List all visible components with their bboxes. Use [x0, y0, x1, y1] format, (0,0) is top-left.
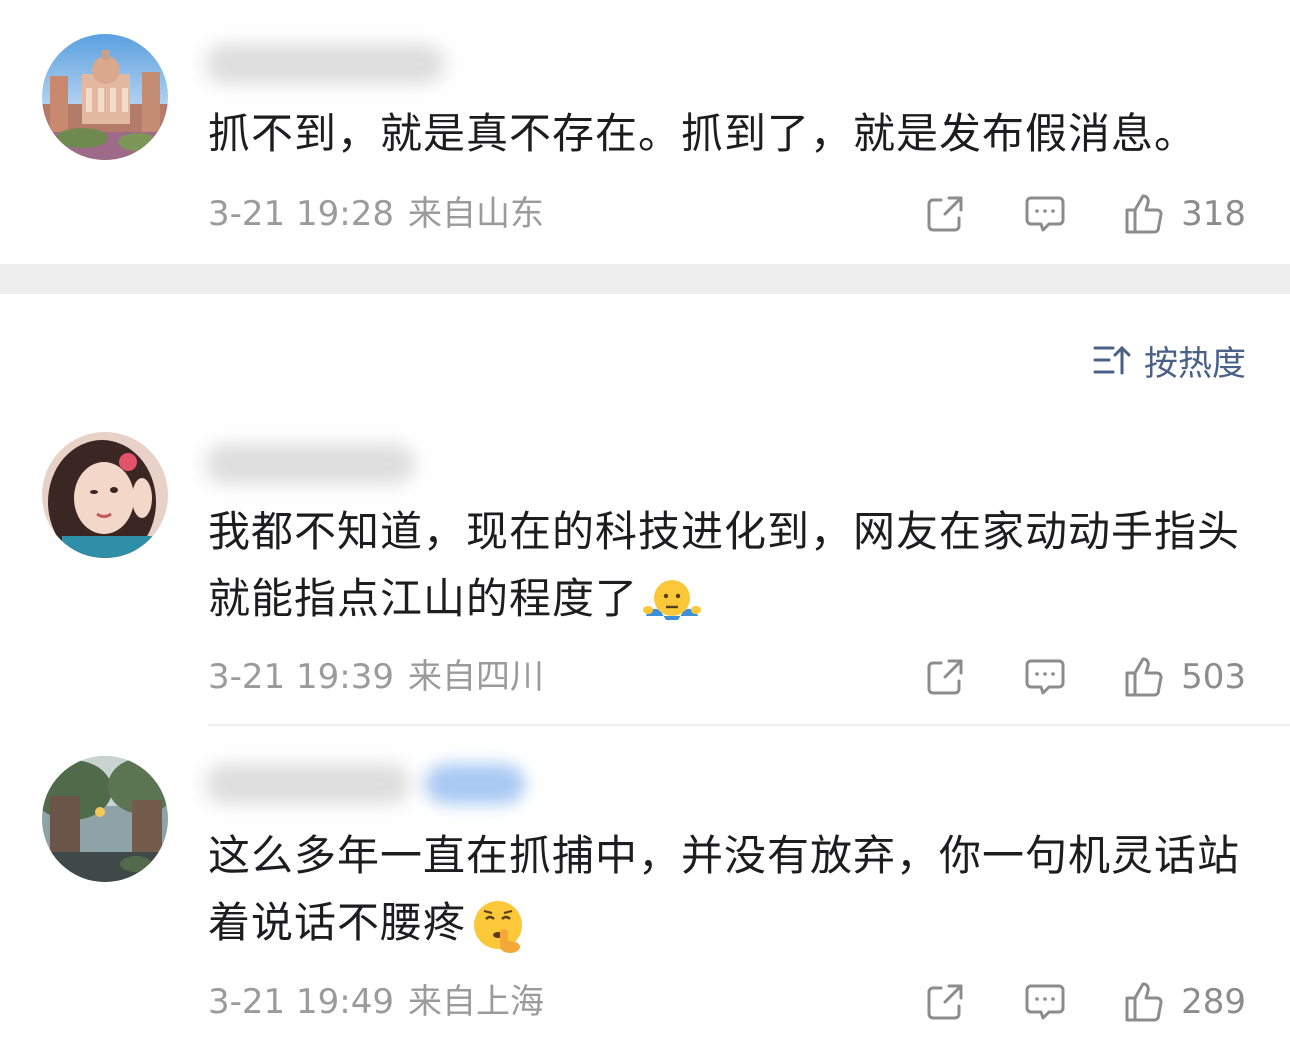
- comment-divider: [208, 724, 1290, 726]
- comment-meta: 3-21 19:49 来自上海: [208, 980, 544, 1024]
- comment-date: 3-21 19:28: [208, 194, 394, 234]
- avatar[interactable]: [42, 34, 168, 160]
- comment-text: 这么多年一直在抓捕中，并没有放弃，你一句机灵话站着说话不腰疼: [208, 822, 1248, 956]
- username-redacted[interactable]: [205, 444, 415, 484]
- comment-actions: 289: [867, 980, 1246, 1024]
- member-badge-redacted: [425, 764, 525, 804]
- thumbs-up-icon[interactable]: [1121, 980, 1165, 1024]
- section-separator: [0, 264, 1290, 294]
- comment-text: 我都不知道，现在的科技进化到，网友在家动动手指头就能指点江山的程度了: [208, 498, 1248, 632]
- comment-location: 来自山东: [407, 194, 544, 234]
- like-count: 289: [1181, 982, 1246, 1022]
- like-button[interactable]: 503: [1121, 655, 1246, 699]
- share-icon[interactable]: [923, 655, 967, 699]
- sort-label: 按热度: [1144, 343, 1246, 384]
- like-count: 318: [1181, 194, 1246, 234]
- comment-actions: 503: [867, 655, 1246, 699]
- avatar[interactable]: [42, 432, 168, 558]
- like-button[interactable]: 318: [1121, 192, 1246, 236]
- username-redacted[interactable]: [205, 764, 410, 804]
- username-redacted[interactable]: [205, 44, 445, 84]
- comment-location: 来自四川: [407, 657, 544, 697]
- comment-text: 抓不到，就是真不存在。抓到了，就是发布假消息。: [208, 109, 1198, 158]
- like-button[interactable]: 289: [1121, 980, 1246, 1024]
- comment-item: 抓不到，就是真不存在。抓到了，就是发布假消息。 3-21 19:28 来自山东 3…: [0, 0, 1290, 264]
- comment-icon[interactable]: [1023, 655, 1067, 699]
- sort-icon: [1093, 345, 1131, 375]
- thumbs-up-icon[interactable]: [1121, 192, 1165, 236]
- comment-icon[interactable]: [1023, 192, 1067, 236]
- share-icon[interactable]: [923, 980, 967, 1024]
- comment-location: 来自上海: [407, 982, 544, 1022]
- comment-meta: 3-21 19:39 来自四川: [208, 655, 544, 699]
- comment-icon[interactable]: [1023, 980, 1067, 1024]
- shrug-emoji: [643, 579, 702, 620]
- comment-item: 这么多年一直在抓捕中，并没有放弃，你一句机灵话站着说话不腰疼 3-21 19:4…: [0, 740, 1290, 1039]
- share-icon[interactable]: [923, 192, 967, 236]
- thumbs-up-icon[interactable]: [1121, 655, 1165, 699]
- comment-meta: 3-21 19:28 来自山东: [208, 192, 544, 236]
- comment-text-content: 我都不知道，现在的科技进化到，网友在家动动手指头就能指点江山的程度了: [208, 507, 1241, 623]
- shush-emoji: [474, 900, 523, 953]
- comment-text-content: 这么多年一直在抓捕中，并没有放弃，你一句机灵话站着说话不腰疼: [208, 831, 1241, 947]
- avatar[interactable]: [42, 756, 168, 882]
- comment-date: 3-21 19:39: [208, 657, 394, 697]
- comment-date: 3-21 19:49: [208, 982, 394, 1022]
- like-count: 503: [1181, 657, 1246, 697]
- comment-actions: 318: [867, 192, 1246, 236]
- comment-item: 我都不知道，现在的科技进化到，网友在家动动手指头就能指点江山的程度了 3-21 …: [0, 420, 1290, 720]
- sort-button[interactable]: 按热度: [1092, 340, 1246, 384]
